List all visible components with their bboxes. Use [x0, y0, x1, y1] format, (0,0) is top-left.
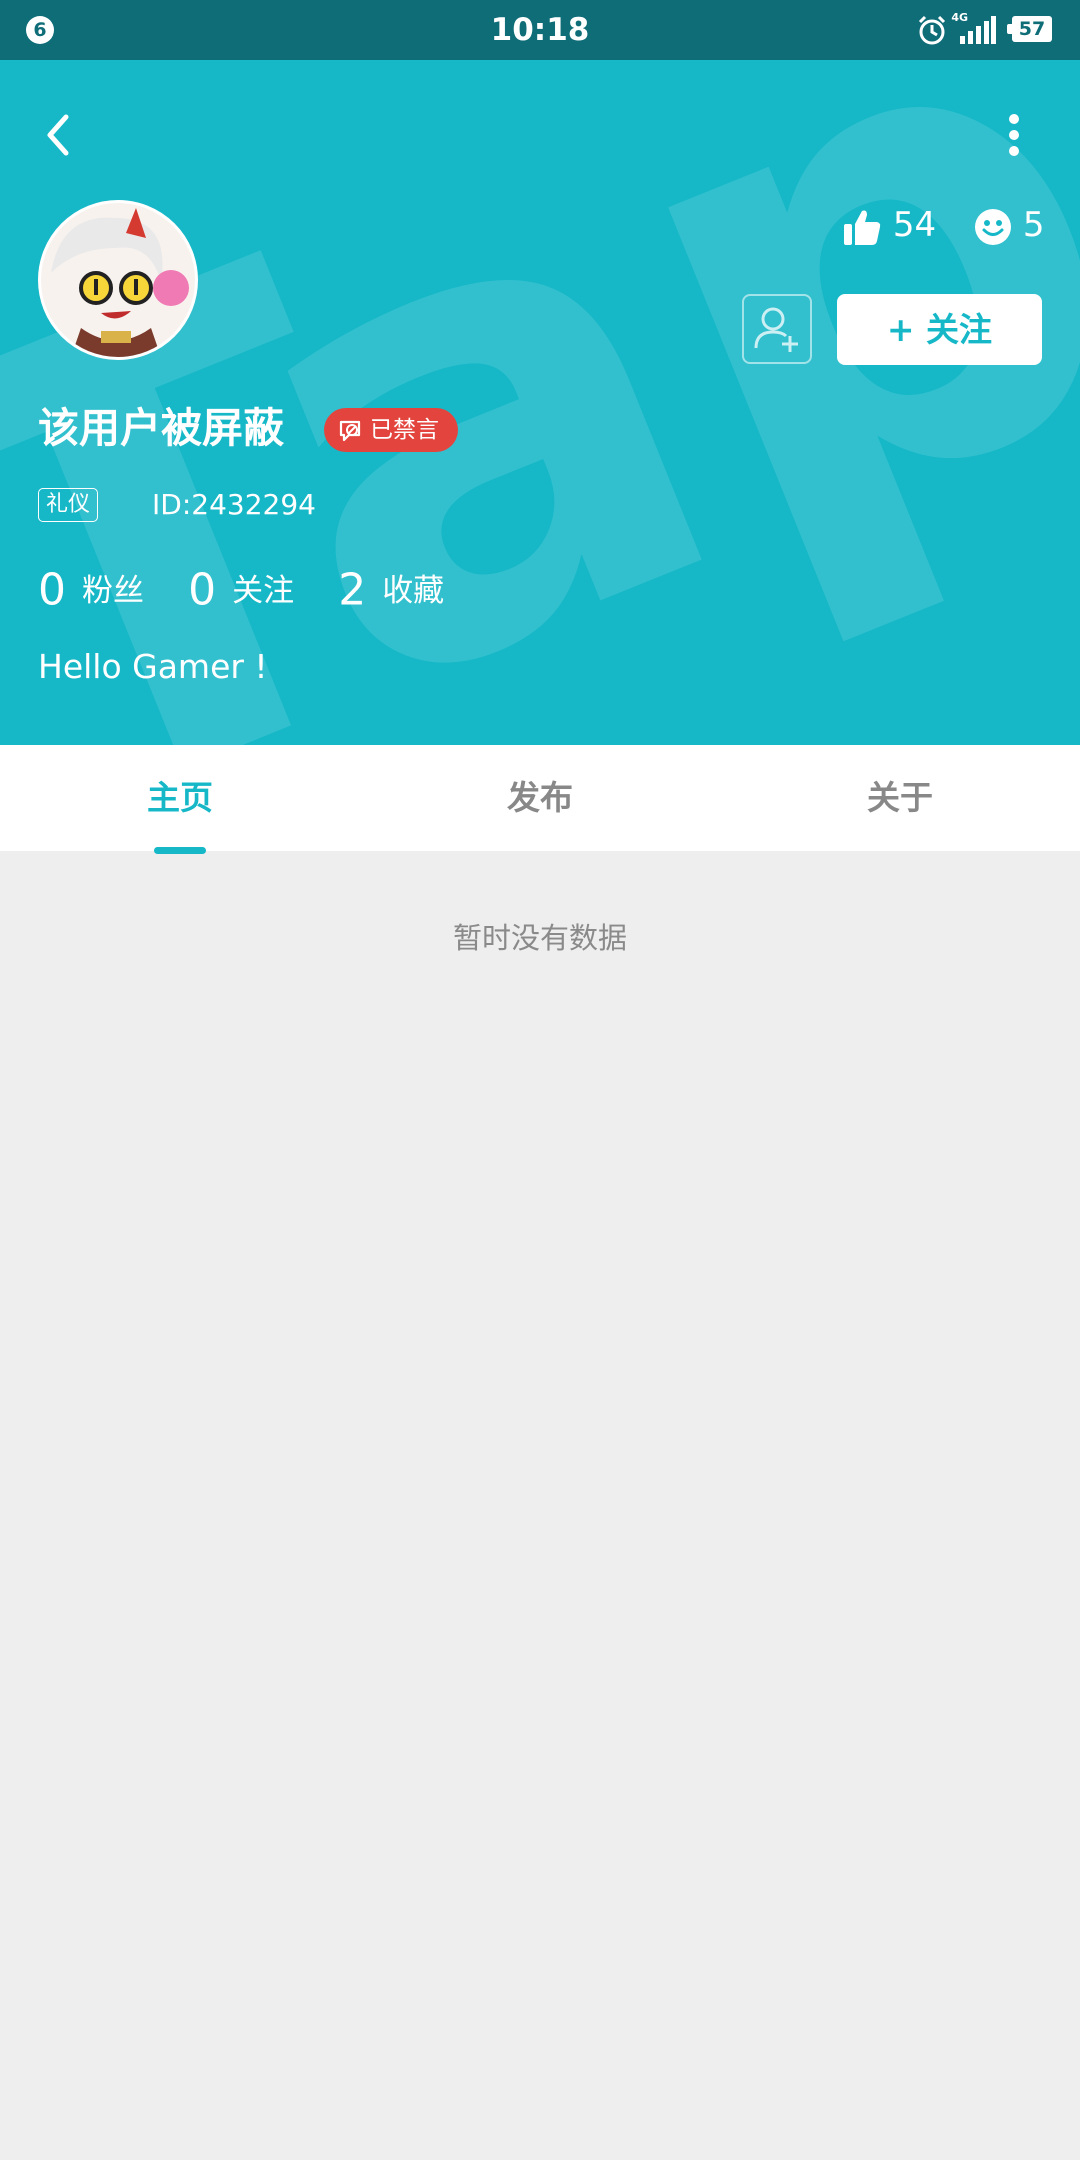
following-stat[interactable]: 0 关注 [188, 560, 294, 621]
muted-chat-icon [339, 420, 361, 442]
favorites-count: 2 [338, 564, 367, 616]
following-label: 关注 [232, 572, 295, 609]
status-bar: 6 10:18 4G 57 [0, 0, 1080, 60]
back-button[interactable] [40, 105, 80, 165]
profile-tabs: 主页 发布 关于 [0, 745, 1080, 854]
user-plus-icon [754, 307, 798, 352]
alarm-icon [918, 15, 946, 45]
profile-header: TapTap 54 [0, 60, 1080, 745]
user-id: ID:2432294 [152, 488, 316, 521]
active-tab-indicator [154, 847, 206, 854]
smiles-stat[interactable]: 5 [974, 200, 1044, 250]
avatar[interactable] [38, 200, 198, 360]
followers-count: 0 [38, 564, 66, 616]
battery-icon: 57 [1007, 16, 1052, 42]
tab-about[interactable]: 关于 [720, 745, 1080, 851]
follow-button[interactable]: + 关注 [837, 294, 1042, 365]
profile-stats: 0 粉丝 0 关注 2 收藏 [38, 560, 483, 620]
favorites-stat[interactable]: 2 收藏 [338, 560, 444, 621]
tab-home[interactable]: 主页 [0, 745, 360, 851]
username: 该用户被屏蔽 [38, 404, 284, 452]
likes-count: 54 [892, 205, 937, 245]
likes-stat[interactable]: 54 [842, 200, 936, 250]
followers-stat[interactable]: 0 粉丝 [38, 560, 144, 621]
thumbs-up-icon [844, 210, 881, 245]
following-count: 0 [188, 564, 217, 616]
more-vertical-icon [1009, 114, 1019, 156]
smile-icon [975, 208, 1011, 245]
bio: Hello Gamer ! [38, 647, 268, 686]
chevron-left-icon [47, 114, 69, 156]
signal-icon [960, 16, 996, 44]
empty-state-text: 暂时没有数据 [452, 921, 627, 955]
add-friend-button[interactable] [742, 294, 812, 364]
more-options-button[interactable] [1000, 105, 1028, 165]
user-tag: 礼仪 [38, 488, 99, 522]
followers-label: 粉丝 [82, 572, 144, 609]
favorites-label: 收藏 [382, 572, 445, 609]
banned-badge: 已禁言 [324, 408, 458, 452]
tab-posts[interactable]: 发布 [360, 745, 720, 851]
banned-label: 已禁言 [370, 417, 439, 443]
smiles-count: 5 [1022, 205, 1045, 245]
